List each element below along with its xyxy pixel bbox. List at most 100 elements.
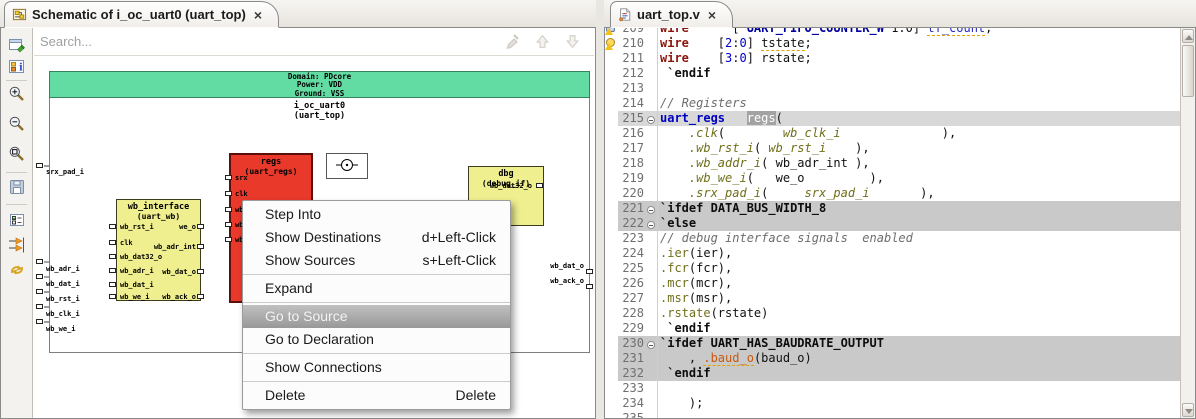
code-text[interactable]: `ifdef UART_HAS_BAUDRATE_OUTPUT [657, 336, 1180, 351]
code-text[interactable]: `else [657, 216, 1180, 231]
input-port-label: wb_we_i [46, 325, 76, 333]
fold-column [645, 366, 657, 381]
code-text[interactable]: .mcr(mcr), [657, 276, 1180, 291]
trace-signal-button[interactable] [8, 236, 26, 254]
port-connector [109, 224, 116, 229]
code-text[interactable]: wire [3:0] rstate; [657, 51, 1180, 66]
block-port-label: wb_dat_o [162, 268, 196, 276]
code-text[interactable]: .msr(msr), [657, 291, 1180, 306]
code-line: 218 .wb_addr_i( wb_adr_int ), [605, 156, 1180, 171]
menu-item-show-sources[interactable]: Show Sources s+Left-Click [243, 249, 510, 272]
swap-sides-button[interactable] [8, 261, 26, 279]
code-text[interactable]: .rstate(rstate) [657, 306, 1180, 321]
clock-symbol-box[interactable] [326, 153, 368, 179]
fold-collapse-icon[interactable] [647, 206, 655, 214]
line-number: 212 [622, 66, 644, 80]
scroll-down-button[interactable] [1182, 403, 1194, 417]
code-text[interactable] [657, 411, 1180, 418]
tab-title: uart_top.v [637, 7, 700, 22]
code-text[interactable]: wire [ UART_FIFO_COUNTER_W 1:0] tf_count… [657, 28, 1180, 36]
find-previous-button[interactable] [534, 33, 551, 50]
code-text[interactable] [657, 381, 1180, 396]
block-port-label: srx [235, 174, 248, 182]
fold-column [645, 141, 657, 156]
fold-column [645, 66, 657, 81]
port-connector [109, 254, 116, 259]
block-port-label: clk [235, 190, 248, 198]
code-line: 211 wire [3:0] rstate; [605, 51, 1180, 66]
code-line: 229 `endif [605, 321, 1180, 336]
port-connector [536, 183, 543, 188]
code-text[interactable]: `ifdef DATA_BUS_WIDTH_8 [657, 201, 1180, 216]
code-line: 220 .srx_pad_i( srx_pad_i ), [605, 186, 1180, 201]
code-line: 231 , .baud_o(baud_o) [605, 351, 1180, 366]
search-input[interactable] [34, 34, 504, 49]
zoom-out-button[interactable] [8, 115, 26, 133]
tab-schematic[interactable]: Schematic of i_oc_uart0 (uart_top) × [4, 1, 280, 28]
code-text[interactable]: .srx_pad_i( srx_pad_i ), [657, 186, 1180, 201]
schematic-search-bar [34, 28, 594, 56]
fold-column [645, 28, 657, 36]
code-text[interactable]: .wb_we_i( we_o ), [657, 171, 1180, 186]
code-line: 225 .fcr(fcr), [605, 261, 1180, 276]
pin-editor-button[interactable] [8, 36, 26, 54]
code-text[interactable]: `endif [657, 66, 1180, 81]
instance-type: (uart_top) [293, 111, 346, 121]
context-menu: Step Into Show Destinations d+Left-Click Sh… [242, 200, 511, 410]
menu-item-label: Show Sources [265, 252, 356, 268]
scrollbar-thumb[interactable] [1182, 45, 1194, 97]
scroll-up-button[interactable] [1182, 29, 1194, 43]
fold-column [645, 126, 657, 141]
fold-collapse-icon[interactable] [647, 116, 655, 124]
block-port-label: wb_adr_int [153, 243, 196, 251]
tab-uart-top-v[interactable]: uart_top.v × [610, 1, 734, 28]
menu-item-expand[interactable]: Expand [243, 277, 510, 300]
menu-item-step-into[interactable]: Step Into [243, 203, 510, 226]
zoom-selection-button[interactable] [8, 145, 26, 163]
fold-column [645, 291, 657, 306]
menu-item-show-destinations[interactable]: Show Destinations d+Left-Click [243, 226, 510, 249]
close-icon[interactable]: × [708, 7, 716, 23]
code-text[interactable]: ); [657, 396, 1180, 411]
code-text[interactable]: uart_regs regs( [657, 111, 1180, 126]
code-text[interactable]: // Registers [657, 96, 1180, 111]
code-text[interactable]: .clk( wb_clk_i ), [657, 126, 1180, 141]
arrow-down-icon [566, 35, 579, 49]
schematic-view-panel: Schematic of i_oc_uart0 (uart_top) × i S… [0, 0, 596, 419]
menu-item-show-connections[interactable]: Show Connections [243, 356, 510, 379]
menu-item-go-to-declaration[interactable]: Go to Declaration [243, 328, 510, 351]
line-number: 229 [622, 321, 644, 335]
show-properties-button[interactable]: i [8, 58, 26, 76]
menu-item-go-to-source[interactable]: Go to Source [243, 305, 510, 328]
line-number: 225 [622, 261, 644, 275]
close-icon[interactable]: × [254, 7, 262, 23]
domain-header: Domain: PDcore Power: VDD Ground: VSS [49, 71, 590, 98]
input-port-label: srx_pad_i [46, 168, 84, 176]
code-text[interactable] [657, 81, 1180, 96]
fold-collapse-icon[interactable] [647, 341, 655, 349]
save-button[interactable] [8, 178, 26, 196]
gutter-marker-column [605, 171, 618, 186]
find-next-button[interactable] [564, 33, 581, 50]
clear-search-button[interactable] [504, 33, 521, 50]
code-text[interactable]: // debug interface signals enabled [657, 231, 1180, 246]
code-text[interactable]: .ier(ier), [657, 246, 1180, 261]
editor-scrollbar[interactable] [1180, 28, 1195, 418]
code-text[interactable]: `endif [657, 321, 1180, 336]
code-text[interactable]: .fcr(fcr), [657, 261, 1180, 276]
code-text[interactable]: wire [2:0] tstate; [657, 36, 1180, 51]
zoom-in-button[interactable] [8, 85, 26, 103]
code-text[interactable]: .wb_addr_i( wb_adr_int ), [657, 156, 1180, 171]
arrow-up-icon [1185, 35, 1193, 40]
code-line: 233 [605, 381, 1180, 396]
menu-item-label: Expand [265, 280, 313, 296]
code-text[interactable]: , .baud_o(baud_o) [657, 351, 1180, 366]
display-options-button[interactable] [8, 211, 26, 229]
code-text[interactable]: .wb_rst_i( wb_rst_i ), [657, 141, 1180, 156]
menu-item-delete[interactable]: Delete Delete [243, 384, 510, 407]
fold-collapse-icon[interactable] [647, 221, 655, 229]
display-options-icon [10, 214, 24, 226]
fold-column [645, 51, 657, 66]
code-editor[interactable]: 209 wire [ UART_FIFO_COUNTER_W 1:0] tf_co… [605, 28, 1180, 418]
code-text[interactable]: `endif [657, 366, 1180, 381]
